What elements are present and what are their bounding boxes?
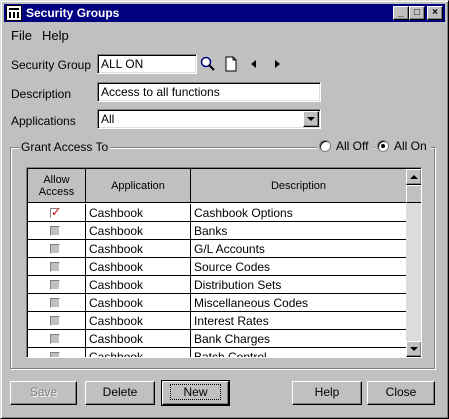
- table-row[interactable]: Cashbook Source Codes: [28, 258, 407, 276]
- description-cell[interactable]: Distribution Sets: [191, 276, 407, 294]
- title-bar[interactable]: Security Groups _ □ ×: [4, 4, 445, 22]
- all-on-radio-option[interactable]: All On: [375, 139, 431, 154]
- close-icon: ×: [432, 7, 438, 18]
- scroll-up-icon[interactable]: [406, 169, 421, 185]
- security-group-label: Security Group: [11, 58, 92, 72]
- minimize-button[interactable]: _: [393, 6, 409, 20]
- allow-access-cell: [28, 294, 86, 312]
- allow-access-checkbox[interactable]: [50, 262, 60, 272]
- security-group-input[interactable]: ALL ON: [97, 54, 197, 74]
- chevron-down-icon[interactable]: [303, 111, 319, 127]
- close-window-button[interactable]: ×: [427, 6, 443, 20]
- allow-access-cell: [28, 348, 86, 357]
- application-cell[interactable]: Cashbook: [86, 294, 191, 312]
- grant-access-title: Grant Access To: [19, 140, 111, 154]
- application-cell[interactable]: Cashbook: [86, 204, 191, 222]
- applications-label: Applications: [11, 114, 76, 128]
- description-cell[interactable]: Interest Rates: [191, 312, 407, 330]
- allow-access-cell: [28, 222, 86, 240]
- allow-access-cell: [28, 330, 86, 348]
- access-grid[interactable]: Allow Access Application Description Cas…: [26, 167, 422, 358]
- allow-access-cell: [28, 240, 86, 258]
- new-button[interactable]: New: [161, 380, 230, 406]
- new-document-icon[interactable]: [223, 56, 239, 72]
- application-cell[interactable]: Cashbook: [86, 276, 191, 294]
- delete-button[interactable]: Delete: [85, 381, 155, 405]
- application-cell[interactable]: Cashbook: [86, 222, 191, 240]
- new-button-label: New: [170, 384, 221, 400]
- description-cell[interactable]: Source Codes: [191, 258, 407, 276]
- finder-icon[interactable]: [200, 56, 216, 72]
- scroll-thumb[interactable]: [406, 185, 421, 203]
- table-row[interactable]: Cashbook Banks: [28, 222, 407, 240]
- description-cell[interactable]: Banks: [191, 222, 407, 240]
- allow-access-cell: [28, 312, 86, 330]
- close-button[interactable]: Close: [367, 381, 435, 405]
- maximize-icon: □: [413, 7, 421, 18]
- allow-access-cell: [28, 204, 86, 222]
- description-cell[interactable]: Bank Charges: [191, 330, 407, 348]
- table-row[interactable]: Cashbook Batch Control: [28, 348, 407, 357]
- security-groups-window: Security Groups _ □ × File Help Security…: [0, 0, 449, 419]
- table-row[interactable]: Cashbook Bank Charges: [28, 330, 407, 348]
- menu-bar: File Help: [4, 25, 445, 45]
- table-row[interactable]: CashbookCashbook Options: [28, 204, 407, 222]
- column-header-description[interactable]: Description: [191, 169, 407, 203]
- previous-arrow-icon[interactable]: [246, 56, 262, 72]
- description-cell[interactable]: Miscellaneous Codes: [191, 294, 407, 312]
- all-on-radio[interactable]: [377, 140, 389, 152]
- column-header-allow[interactable]: Allow Access: [28, 169, 86, 203]
- next-arrow-icon[interactable]: [269, 56, 285, 72]
- description-label: Description: [11, 87, 72, 101]
- allow-access-checkbox[interactable]: [50, 205, 61, 219]
- all-off-radio[interactable]: [319, 140, 331, 152]
- allow-access-checkbox[interactable]: [50, 316, 60, 326]
- description-cell[interactable]: Cashbook Options: [191, 204, 407, 222]
- menu-help[interactable]: Help: [42, 28, 69, 43]
- scroll-down-icon[interactable]: [406, 341, 421, 357]
- allow-access-cell: [28, 258, 86, 276]
- maximize-button[interactable]: □: [409, 6, 425, 20]
- allow-access-checkbox[interactable]: [50, 352, 60, 357]
- table-row[interactable]: Cashbook Interest Rates: [28, 312, 407, 330]
- application-cell[interactable]: Cashbook: [86, 312, 191, 330]
- all-off-radio-option[interactable]: All Off: [317, 139, 373, 154]
- table-row[interactable]: Cashbook Distribution Sets: [28, 276, 407, 294]
- application-cell[interactable]: Cashbook: [86, 330, 191, 348]
- allow-access-checkbox[interactable]: [50, 280, 60, 290]
- save-button[interactable]: Save: [10, 381, 77, 405]
- vertical-scrollbar[interactable]: [406, 169, 421, 357]
- minimize-icon: _: [398, 7, 404, 18]
- applications-selected-value: All: [101, 112, 115, 126]
- description-cell[interactable]: Batch Control: [191, 348, 407, 357]
- application-cell[interactable]: Cashbook: [86, 240, 191, 258]
- allow-access-checkbox[interactable]: [50, 334, 60, 344]
- description-input[interactable]: Access to all functions: [97, 82, 321, 102]
- allow-access-checkbox[interactable]: [50, 298, 60, 308]
- menu-file[interactable]: File: [11, 28, 32, 43]
- column-header-application[interactable]: Application: [86, 169, 191, 203]
- help-button[interactable]: Help: [292, 381, 362, 405]
- applications-select[interactable]: All: [97, 109, 321, 129]
- application-cell[interactable]: Cashbook: [86, 348, 191, 357]
- application-cell[interactable]: Cashbook: [86, 258, 191, 276]
- window-title: Security Groups: [26, 6, 120, 20]
- description-cell[interactable]: G/L Accounts: [191, 240, 407, 258]
- table-row[interactable]: Cashbook Miscellaneous Codes: [28, 294, 407, 312]
- app-icon[interactable]: [6, 5, 22, 21]
- all-on-label: All On: [394, 139, 427, 153]
- table-row[interactable]: Cashbook G/L Accounts: [28, 240, 407, 258]
- grid-header: Allow Access Application Description: [28, 169, 407, 203]
- allow-access-checkbox[interactable]: [50, 244, 60, 254]
- all-off-label: All Off: [336, 139, 369, 153]
- allow-access-checkbox[interactable]: [50, 226, 60, 236]
- allow-access-cell: [28, 276, 86, 294]
